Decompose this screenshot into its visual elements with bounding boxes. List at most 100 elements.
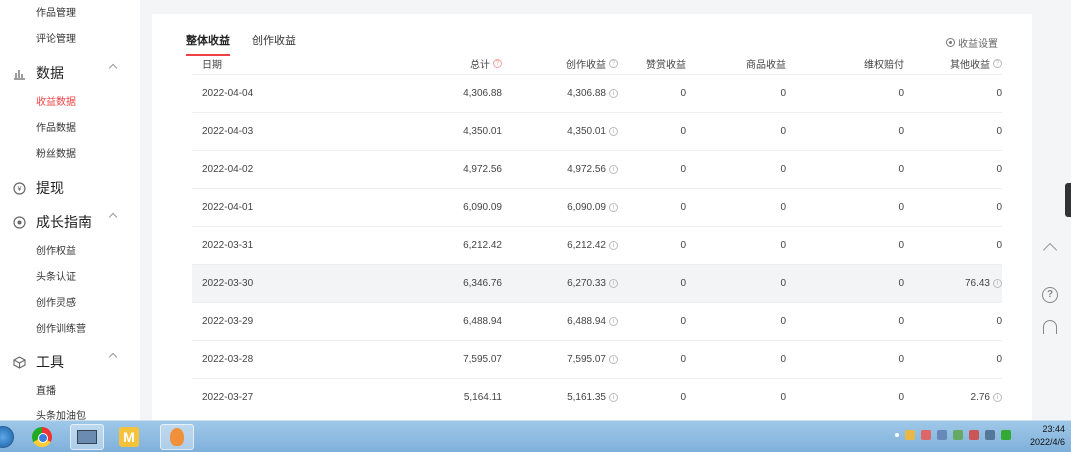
cell-total: 6,212.42 [463,240,502,251]
growth-icon [12,215,26,229]
sidebar-group-growth[interactable]: 成长指南 [12,212,130,232]
start-button[interactable] [0,426,14,448]
cell-compensation: 0 [898,164,904,175]
cell-creation: 6,488.94 i [512,316,632,327]
sidebar-item-rights[interactable]: 创作权益 [36,242,76,257]
taskbar-clock[interactable]: 23:44 2022/4/6 [1030,423,1065,449]
table-row: 2022-03-31 6,212.42 6,212.42 i 0 0 0 0 [192,226,1002,264]
cell-date: 2022-03-29 [202,316,254,327]
sidebar-group-label: 提现 [36,180,64,196]
sidebar-item-work-data[interactable]: 作品数据 [36,119,76,134]
info-icon[interactable]: i [609,355,618,364]
cell-date: 2022-03-28 [202,354,254,365]
info-icon[interactable]: i [609,393,618,402]
table-row: 2022-04-02 4,972.56 4,972.56 i 0 0 0 0 [192,150,1002,188]
cell-compensation: 0 [898,202,904,213]
help-icon[interactable]: ? [493,58,502,68]
cube-icon [12,355,26,369]
help-icon[interactable]: ? [993,58,1002,68]
cell-appreciation: 0 [680,88,686,99]
sidebar: 作品管理 评论管理 数据 收益数据 作品数据 粉丝数据 ¥ 提现 成长指南 创作… [0,0,140,420]
tray-app-icon[interactable] [969,430,979,440]
cell-product: 0 [780,240,786,251]
cell-creation: 5,161.35 i [512,392,632,403]
cell-date: 2022-04-02 [202,164,254,175]
info-icon[interactable]: i [993,279,1002,288]
chevron-up-icon [108,352,118,362]
taskbar-m-app[interactable]: M [114,424,144,450]
taskbar-explorer[interactable] [70,424,104,450]
sidebar-group-data[interactable]: 数据 [12,63,130,83]
cell-compensation: 0 [898,392,904,403]
sidebar-item-inspiration[interactable]: 创作灵感 [36,294,76,309]
sidebar-group-withdraw[interactable]: ¥ 提现 [12,178,130,198]
cell-creation: 6,090.09 i [512,202,632,213]
revenue-panel: 整体收益 创作收益 收益设置 日期 总计? 创作收益? 赞赏收益 商品收益 维权… [152,14,1032,420]
cell-creation: 4,350.01 i [512,126,632,137]
table-row: 2022-03-27 5,164.11 5,161.35 i 0 0 0 2.76 i [192,378,1002,416]
cell-other: 0 [996,126,1002,137]
info-icon[interactable]: i [609,317,618,326]
col-appreciation: 赞赏收益 [646,59,686,71]
withdraw-icon: ¥ [12,181,26,195]
cell-product: 0 [780,88,786,99]
table-row: 2022-04-04 4,306.88 4,306.88 i 0 0 0 0 [192,74,1002,112]
cell-other: 2.76 i [934,392,1002,403]
help-button[interactable]: ? [1039,284,1061,306]
sidebar-item-fan-data[interactable]: 粉丝数据 [36,145,76,160]
cell-total: 4,306.88 [463,88,502,99]
revenue-settings-button[interactable]: 收益设置 [946,35,998,50]
cell-product: 0 [780,164,786,175]
info-icon[interactable]: i [609,203,618,212]
cell-other: 0 [996,354,1002,365]
headset-icon [1043,320,1057,334]
tray-app-icon[interactable] [921,430,931,440]
cell-other: 76.43 i [934,278,1002,289]
info-icon[interactable]: i [609,127,618,136]
cell-total: 6,090.09 [463,202,502,213]
table-header: 日期 总计? 创作收益? 赞赏收益 商品收益 维权赔付 其他收益? [192,52,1002,74]
sidebar-item-revenue-data[interactable]: 收益数据 [36,93,76,108]
tray-expand-icon[interactable] [895,433,899,437]
info-icon[interactable]: i [609,89,618,98]
sidebar-item-works[interactable]: 作品管理 [36,4,76,19]
tray-folder-icon[interactable] [905,430,915,440]
tray-shield-icon[interactable] [953,430,963,440]
cell-product: 0 [780,354,786,365]
info-icon[interactable]: i [609,241,618,250]
table-row: 2022-03-30 6,346.76 6,270.33 i 0 0 0 76.43 i [192,264,1002,302]
cell-creation: 6,212.42 i [512,240,632,251]
sidebar-item-boost[interactable]: 头条加油包 [36,407,86,420]
cell-total: 4,972.56 [463,164,502,175]
info-icon[interactable]: i [993,393,1002,402]
info-icon[interactable]: i [609,165,618,174]
sidebar-group-tools[interactable]: 工具 [12,352,130,372]
taskbar-flame-app[interactable] [160,424,194,450]
col-creation: 创作收益? [512,56,632,71]
customer-service-button[interactable] [1039,316,1061,338]
sidebar-item-training[interactable]: 创作训练营 [36,320,86,335]
table-row: 2022-04-03 4,350.01 4,350.01 i 0 0 0 0 [192,112,1002,150]
cell-appreciation: 0 [680,392,686,403]
cell-product: 0 [780,392,786,403]
tray-sync-icon[interactable] [1001,430,1011,440]
back-to-top-button[interactable] [1039,236,1061,258]
sidebar-item-comments[interactable]: 评论管理 [36,30,76,45]
taskbar-chrome[interactable] [28,424,56,450]
cell-date: 2022-03-27 [202,392,254,403]
sidebar-item-live[interactable]: 直播 [36,382,56,397]
clock-time: 23:44 [1042,424,1065,434]
help-icon[interactable]: ? [609,58,618,68]
tray-input-icon[interactable] [985,430,995,440]
info-icon[interactable]: i [609,279,618,288]
question-icon: ? [1042,287,1058,303]
m-app-icon: M [119,427,139,447]
tray-network-icon[interactable] [937,430,947,440]
sidebar-item-verify[interactable]: 头条认证 [36,268,76,283]
cell-appreciation: 0 [680,202,686,213]
flame-app-icon [170,428,184,446]
cell-creation: 4,306.88 i [512,88,632,99]
cell-other: 0 [996,88,1002,99]
cell-other: 0 [996,240,1002,251]
side-drawer-handle[interactable] [1065,183,1071,217]
